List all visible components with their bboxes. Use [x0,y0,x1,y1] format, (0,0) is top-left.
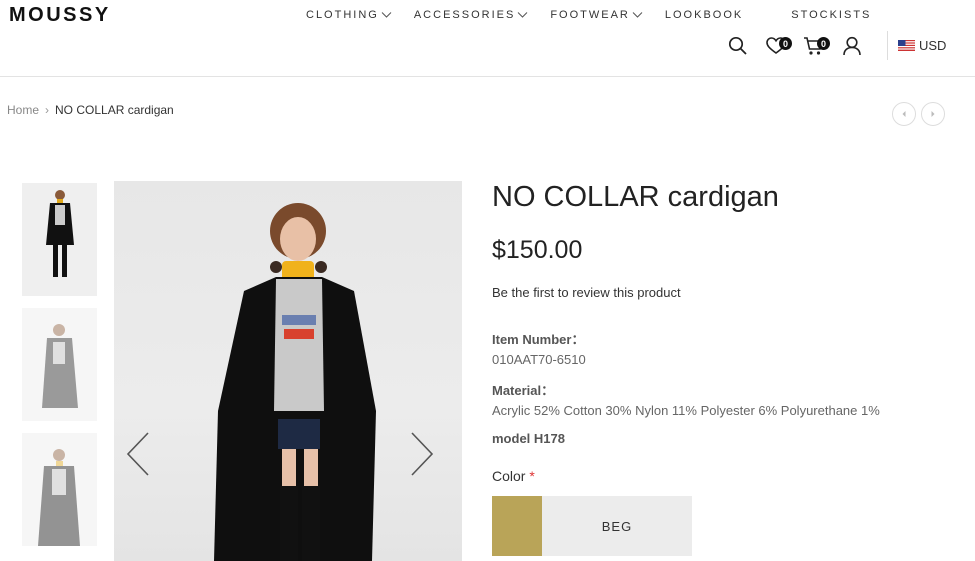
wishlist-button[interactable]: 0 [764,34,792,58]
wishlist-count-badge: 0 [779,37,792,50]
review-link[interactable]: Be the first to review this product [492,285,681,300]
breadcrumb-current: NO COLLAR cardigan [55,103,174,117]
us-flag-icon [898,40,915,51]
nav-accessories-label: ACCESSORIES [413,9,516,21]
item-number-label: Item Number： [492,332,585,347]
nav-footwear-label: FOOTWEAR [550,9,630,21]
main-nav: CLOTHING ACCESSORIES FOOTWEAR LOOKBOOK S… [306,9,893,21]
model-info: model H178 [492,431,565,446]
cart-count-badge: 0 [817,37,830,50]
thumbnail-2[interactable] [22,308,97,421]
product-thumbnail-image [22,183,97,296]
thumbnail-gallery [22,183,97,558]
required-mark: * [529,468,535,484]
nav-lookbook[interactable]: LOOKBOOK [665,9,743,21]
previous-product-button[interactable] [892,102,916,126]
header-icons: 0 0 [726,33,878,59]
product-pager [892,102,950,126]
currency-switcher[interactable]: USD [898,38,946,53]
chevron-down-icon [632,12,643,18]
nav-stockists[interactable]: STOCKISTS [791,9,871,21]
color-option-beg[interactable]: BEG [492,496,692,556]
product-thumbnail-image [22,308,97,421]
account-button[interactable] [840,34,864,58]
nav-accessories[interactable]: ACCESSORIES [414,9,528,21]
nav-clothing[interactable]: CLOTHING [306,9,392,21]
breadcrumb-home[interactable]: Home [7,103,39,117]
chevron-left-icon [902,111,906,117]
brand-logo[interactable]: MOUSSY [9,4,111,27]
previous-image-arrow-icon[interactable] [124,429,154,479]
chevron-right-icon [931,111,935,117]
nav-clothing-label: CLOTHING [306,9,379,21]
next-image-arrow-icon[interactable] [406,429,436,479]
color-label: Color * [492,468,535,484]
cart-button[interactable]: 0 [802,34,830,58]
breadcrumb-separator-icon: › [45,103,50,117]
item-number-value: 010AAT70-6510 [492,352,586,367]
search-icon [728,36,747,55]
product-photo [214,203,376,561]
search-button[interactable] [726,34,750,58]
site-header: MOUSSY CLOTHING ACCESSORIES FOOTWEAR LOO… [0,0,975,77]
color-swatch[interactable] [492,496,542,556]
material-label: Material： [492,383,555,398]
chevron-down-icon [517,12,528,18]
nav-stockists-label: STOCKISTS [791,9,872,21]
currency-label: USD [919,38,947,53]
nav-footwear[interactable]: FOOTWEAR [550,9,643,21]
next-product-button[interactable] [921,102,945,126]
main-product-image [114,181,462,561]
product-thumbnail-image [22,433,97,546]
header-divider [887,31,888,60]
nav-lookbook-label: LOOKBOOK [664,9,744,21]
product-title: NO COLLAR cardigan [492,181,779,213]
chevron-down-icon [381,12,392,18]
user-icon [843,36,861,56]
material-value: Acrylic 52% Cotton 30% Nylon 11% Polyest… [492,403,880,418]
color-label-text: Color [492,468,526,484]
thumbnail-1[interactable] [22,183,97,296]
product-price: $150.00 [492,236,583,264]
breadcrumb: Home › NO COLLAR cardigan [7,103,174,117]
thumbnail-3[interactable] [22,433,97,546]
color-option-label: BEG [542,496,692,556]
